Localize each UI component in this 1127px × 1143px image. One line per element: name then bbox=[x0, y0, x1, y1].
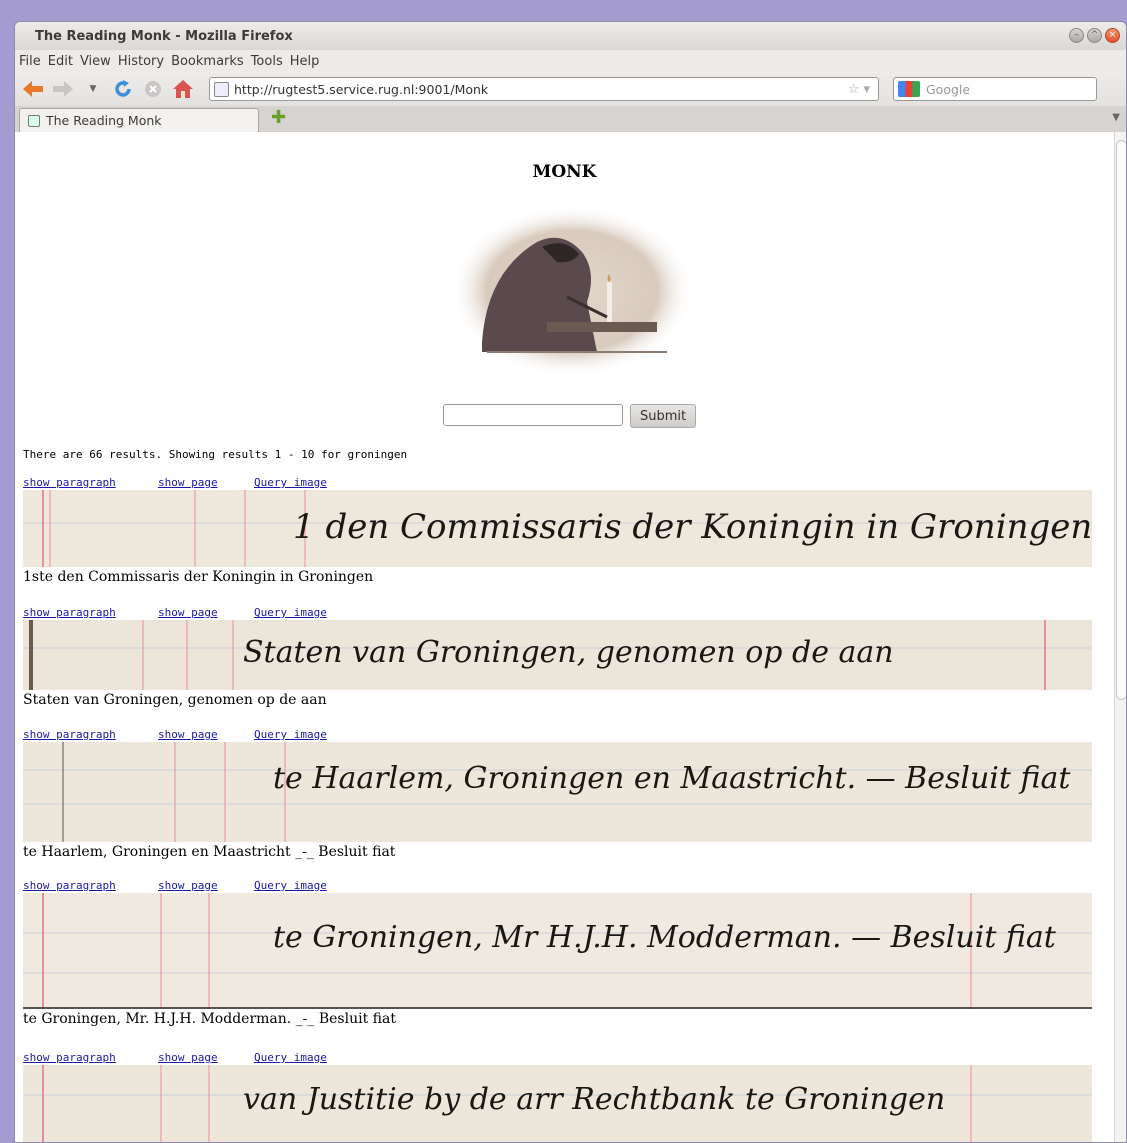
show-page-link[interactable]: show page bbox=[158, 606, 218, 619]
transcription-text: te Haarlem, Groningen en Maastricht _-_ … bbox=[23, 844, 396, 860]
window-title: The Reading Monk - Mozilla Firefox bbox=[35, 28, 293, 44]
transcription-text: te Groningen, Mr. H.J.H. Modderman. _-_ … bbox=[23, 1011, 396, 1027]
handwriting-image[interactable]: 1 den Commissaris der Koningin in Gronin… bbox=[23, 490, 1092, 567]
show-page-link[interactable]: show page bbox=[158, 476, 218, 489]
tab-label: The Reading Monk bbox=[46, 113, 162, 128]
url-text: http://rugtest5.service.rug.nl:9001/Monk bbox=[234, 81, 489, 97]
maximize-button[interactable]: ^ bbox=[1087, 28, 1102, 43]
result-links: show paragraph show page Query image bbox=[23, 879, 1092, 893]
submit-button[interactable]: Submit bbox=[630, 404, 697, 428]
search-form: Submit bbox=[443, 404, 697, 428]
results-summary: There are 66 results. Showing results 1 … bbox=[23, 448, 408, 461]
handwriting-image[interactable]: te Groningen, Mr H.J.H. Modderman. — Bes… bbox=[23, 893, 1092, 1009]
show-paragraph-link[interactable]: show paragraph bbox=[23, 476, 116, 489]
result-item: show paragraph show page Query image van… bbox=[23, 1051, 1092, 1143]
back-icon[interactable] bbox=[21, 77, 45, 101]
handwriting-text: te Groningen, Mr H.J.H. Modderman. — Bes… bbox=[273, 920, 1057, 955]
reload-icon[interactable] bbox=[111, 77, 135, 101]
result-links: show paragraph show page Query image bbox=[23, 728, 1092, 742]
query-image-link[interactable]: Query image bbox=[254, 476, 327, 489]
tab-reading-monk[interactable]: The Reading Monk bbox=[19, 108, 259, 132]
page-title: MONK bbox=[532, 162, 597, 182]
new-tab-icon[interactable]: ✚ bbox=[271, 107, 286, 128]
show-page-link[interactable]: show page bbox=[158, 879, 218, 892]
forward-icon[interactable] bbox=[51, 77, 75, 101]
result-item: show paragraph show page Query image Sta… bbox=[23, 606, 1092, 708]
result-links: show paragraph show page Query image bbox=[23, 1051, 1092, 1065]
transcription-text: Staten van Groningen, genomen op de aan bbox=[23, 692, 327, 708]
menu-tools[interactable]: Tools bbox=[251, 54, 283, 69]
search-placeholder: Google bbox=[926, 81, 971, 97]
bookmark-star-icon[interactable]: ☆ ▾ bbox=[848, 82, 870, 97]
browser-window: The Reading Monk - Mozilla Firefox – ^ ×… bbox=[14, 21, 1127, 1143]
menu-help[interactable]: Help bbox=[290, 54, 320, 69]
site-identity-icon[interactable] bbox=[214, 81, 229, 97]
show-paragraph-link[interactable]: show paragraph bbox=[23, 1051, 116, 1064]
result-links: show paragraph show page Query image bbox=[23, 606, 1092, 620]
home-icon[interactable] bbox=[171, 77, 195, 101]
show-paragraph-link[interactable]: show paragraph bbox=[23, 728, 116, 741]
query-image-link[interactable]: Query image bbox=[254, 1051, 327, 1064]
window-controls: – ^ × bbox=[1069, 28, 1120, 43]
handwriting-text: te Haarlem, Groningen en Maastricht. — B… bbox=[273, 761, 1071, 796]
vertical-scrollbar[interactable] bbox=[1114, 132, 1126, 1142]
handwriting-text: van Justitie by de arr Rechtbank te Gron… bbox=[243, 1082, 945, 1117]
query-image-link[interactable]: Query image bbox=[254, 728, 327, 741]
close-button[interactable]: × bbox=[1105, 28, 1120, 43]
result-item: show paragraph show page Query image te … bbox=[23, 879, 1092, 1027]
title-bar: The Reading Monk - Mozilla Firefox bbox=[15, 22, 1126, 50]
menu-view[interactable]: View bbox=[80, 54, 111, 69]
query-image-link[interactable]: Query image bbox=[254, 606, 327, 619]
navigation-toolbar: ▼ http://rugtest5.service.rug.nl:9001/Mo… bbox=[15, 72, 1126, 106]
show-page-link[interactable]: show page bbox=[158, 728, 218, 741]
handwriting-image[interactable]: Staten van Groningen, genomen op de aan bbox=[23, 620, 1092, 690]
scrollbar-thumb[interactable] bbox=[1116, 140, 1126, 700]
handwriting-text: 1 den Commissaris der Koningin in Gronin… bbox=[293, 507, 1092, 547]
tab-bar: The Reading Monk ✚ ▼ bbox=[15, 106, 1126, 132]
stop-icon[interactable] bbox=[141, 77, 165, 101]
result-links: show paragraph show page Query image bbox=[23, 476, 1092, 490]
tab-list-icon[interactable]: ▼ bbox=[1112, 112, 1120, 123]
handwriting-image[interactable]: van Justitie by de arr Rechtbank te Gron… bbox=[23, 1065, 1092, 1143]
search-bar[interactable]: Google bbox=[893, 77, 1097, 101]
transcription-text: 1ste den Commissaris der Koningin in Gro… bbox=[23, 569, 374, 585]
menu-bookmarks[interactable]: Bookmarks bbox=[171, 54, 244, 69]
menu-file[interactable]: File bbox=[19, 54, 41, 69]
handwriting-image[interactable]: te Haarlem, Groningen en Maastricht. — B… bbox=[23, 742, 1092, 842]
show-page-link[interactable]: show page bbox=[158, 1051, 218, 1064]
monk-illustration bbox=[450, 205, 694, 377]
menu-bar: File Edit View History Bookmarks Tools H… bbox=[15, 50, 1126, 72]
page-content: MONK Submit There are 66 results. Showin… bbox=[15, 132, 1126, 1143]
history-dropdown-icon[interactable]: ▼ bbox=[81, 77, 105, 101]
minimize-button[interactable]: – bbox=[1069, 28, 1084, 43]
menu-history[interactable]: History bbox=[118, 54, 164, 69]
url-bar[interactable]: http://rugtest5.service.rug.nl:9001/Monk… bbox=[209, 77, 879, 101]
show-paragraph-link[interactable]: show paragraph bbox=[23, 879, 116, 892]
query-image-link[interactable]: Query image bbox=[254, 879, 327, 892]
page-icon bbox=[28, 114, 40, 127]
google-engine-icon[interactable] bbox=[898, 81, 920, 97]
result-item: show paragraph show page Query image 1 d… bbox=[23, 476, 1092, 585]
search-input[interactable] bbox=[443, 404, 623, 426]
result-item: show paragraph show page Query image te … bbox=[23, 728, 1092, 860]
show-paragraph-link[interactable]: show paragraph bbox=[23, 606, 116, 619]
menu-edit[interactable]: Edit bbox=[48, 54, 73, 69]
handwriting-text: Staten van Groningen, genomen op de aan bbox=[243, 635, 894, 670]
